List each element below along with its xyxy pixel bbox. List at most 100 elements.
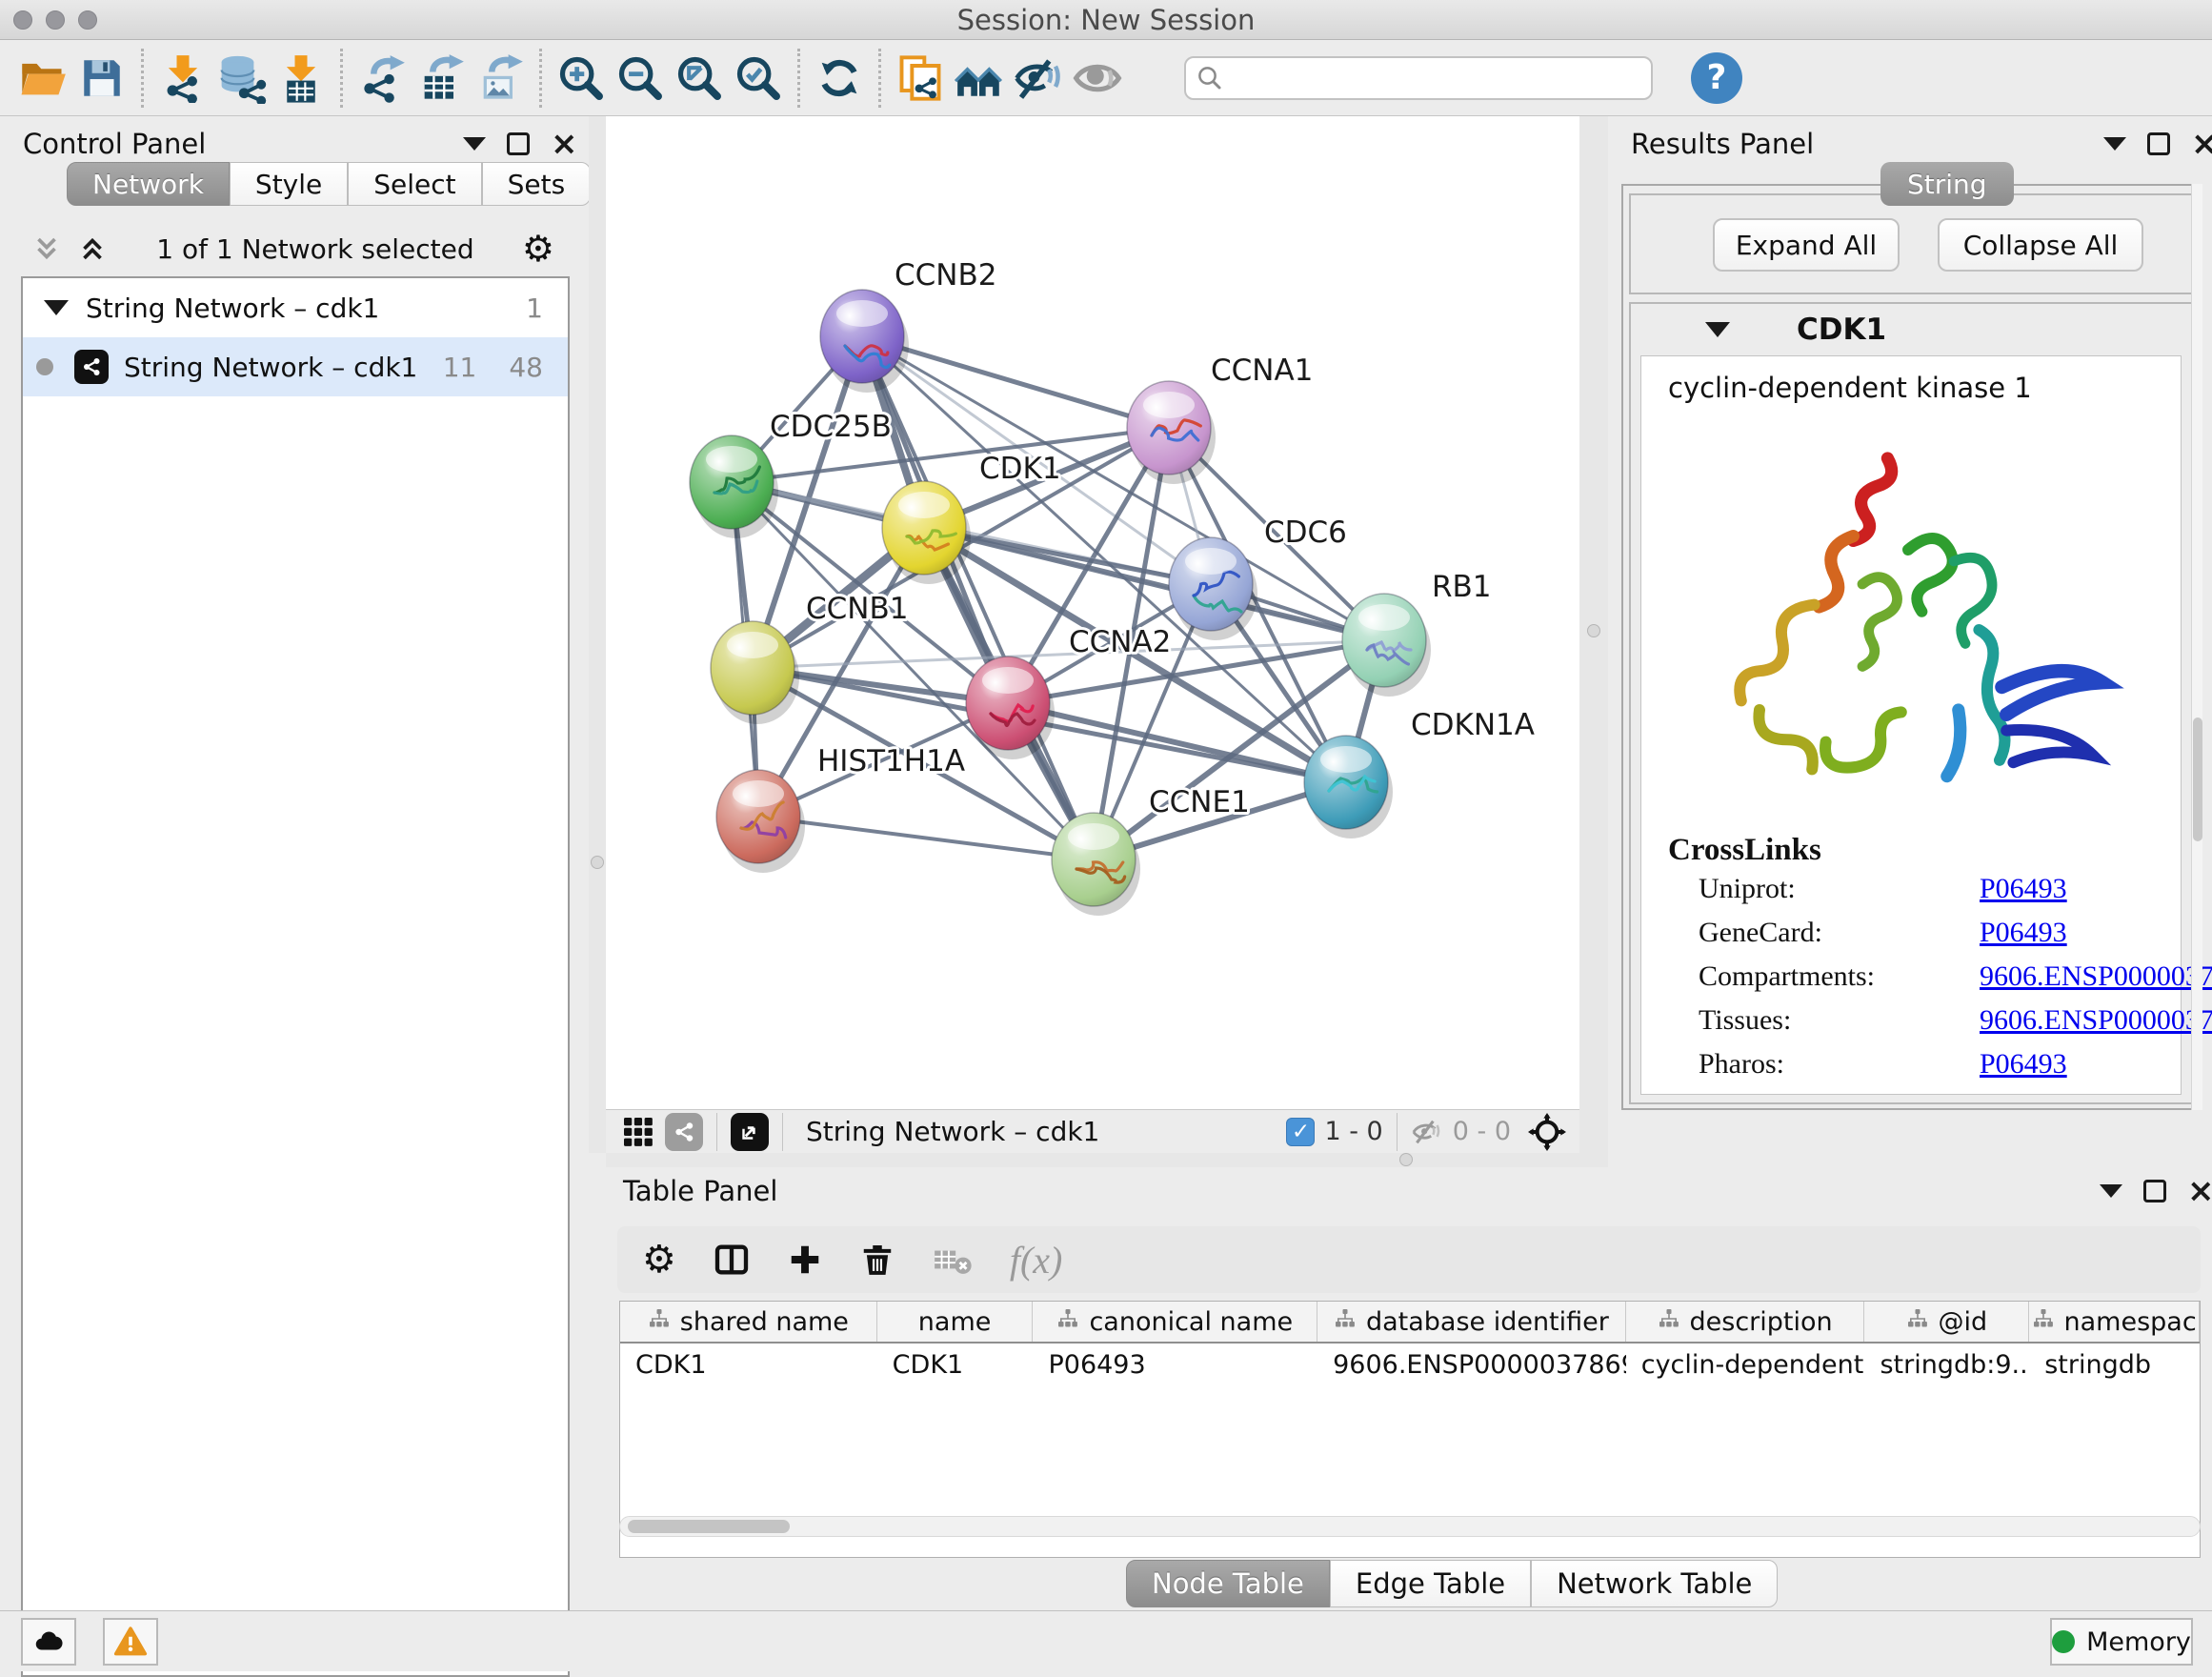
expand-all-icon[interactable] (76, 232, 109, 265)
window-close-button[interactable] (13, 10, 32, 30)
zoom-out-button[interactable] (611, 48, 670, 109)
tab-string[interactable]: String (1880, 162, 2014, 206)
open-in-window-icon[interactable] (731, 1113, 769, 1151)
open-session-button[interactable] (13, 48, 72, 109)
cell-database-identifier[interactable]: 9606.ENSP00000378699 (1317, 1344, 1626, 1385)
node-RB1[interactable]: RB1 (1342, 570, 1492, 697)
float-panel-icon[interactable] (2147, 132, 2170, 155)
fit-content-button[interactable] (670, 48, 729, 109)
add-column-icon[interactable] (787, 1242, 823, 1278)
birds-eye-grid-icon[interactable] (621, 1115, 655, 1149)
tab-style[interactable]: Style (230, 162, 348, 206)
cell-name[interactable]: CDK1 (877, 1344, 1034, 1385)
crosslink-link[interactable]: 9606.ENSP00000378699 (1980, 1004, 2212, 1037)
edge-CCNA2-CDKN1A[interactable] (1008, 703, 1346, 782)
node-CDKN1A[interactable]: CDKN1A (1304, 708, 1535, 838)
column-header-shared-name[interactable]: shared name (620, 1302, 877, 1342)
column-header-description[interactable]: description (1626, 1302, 1865, 1342)
export-image-button[interactable] (471, 48, 530, 109)
left-splitter[interactable] (589, 116, 606, 1153)
tab-network[interactable]: Network (67, 162, 230, 206)
splitter-handle[interactable] (1399, 1153, 1413, 1166)
float-panel-icon[interactable] (2143, 1180, 2166, 1202)
close-panel-icon[interactable]: × (2191, 130, 2212, 158)
splitter-handle[interactable] (591, 856, 604, 869)
cell-namespac[interactable]: stringdb (2029, 1344, 2200, 1385)
tab-edge-table[interactable]: Edge Table (1330, 1560, 1531, 1607)
crosslink-link[interactable]: P06493 (1980, 1048, 2067, 1081)
import-network-from-file-button[interactable] (153, 48, 212, 109)
splitter-handle[interactable] (1587, 624, 1600, 637)
window-zoom-button[interactable] (78, 10, 97, 30)
zoom-in-button[interactable] (552, 48, 611, 109)
crosslink-link[interactable]: P06493 (1980, 873, 2067, 905)
panel-menu-icon[interactable] (463, 137, 486, 151)
results-scrollbar[interactable] (2191, 184, 2202, 1110)
expand-all-button[interactable]: Expand All (1713, 218, 1900, 272)
cell-description[interactable]: cyclin-dependent ... (1626, 1344, 1865, 1385)
tab-network-table[interactable]: Network Table (1531, 1560, 1778, 1607)
node-CCNE1[interactable]: CCNE1 (1052, 785, 1250, 916)
tab-sets[interactable]: Sets (482, 162, 592, 206)
close-panel-icon[interactable]: × (2187, 1177, 2212, 1205)
node-CCNB2[interactable]: CCNB2 (820, 258, 996, 393)
close-panel-icon[interactable]: × (551, 130, 578, 158)
save-session-button[interactable] (72, 48, 131, 109)
cell-@id[interactable]: stringdb:9... (1864, 1344, 2029, 1385)
panel-menu-icon[interactable] (2103, 137, 2126, 151)
memory-button[interactable]: Memory (2050, 1618, 2193, 1666)
column-header-database-identifier[interactable]: database identifier (1317, 1302, 1626, 1342)
collapse-all-button[interactable]: Collapse All (1938, 218, 2143, 272)
column-header-namespac[interactable]: namespac (2029, 1302, 2200, 1342)
node-CCNA1[interactable]: CCNA1 (1127, 354, 1313, 484)
import-network-from-database-button[interactable] (212, 48, 271, 109)
node-CCNB1[interactable]: CCNB1 (711, 592, 908, 724)
zoom-selected-button[interactable] (729, 48, 788, 109)
network-collection-row[interactable]: String Network – cdk1 1 (23, 278, 568, 337)
table-scrollbar-thumb[interactable] (628, 1520, 790, 1533)
window-minimize-button[interactable] (46, 10, 65, 30)
hide-selected-button[interactable] (1009, 48, 1068, 109)
crosslink-link[interactable]: 9606.ENSP00000378699 (1980, 960, 2212, 993)
edge-HIST1H1A-CCNE1[interactable] (758, 817, 1094, 859)
refresh-layout-button[interactable] (810, 48, 869, 109)
search-input[interactable] (1224, 63, 1624, 92)
network-canvas[interactable]: CCNB2CCNA1CDC25BCDK1CDC6RB1CCNB1CCNA2CDK… (606, 116, 1579, 1109)
function-builder-icon[interactable]: f(x) (1010, 1238, 1063, 1283)
column-header-name[interactable]: name (877, 1302, 1034, 1342)
protein-section-header[interactable]: CDK1 (1631, 304, 2191, 355)
duplicate-network-button[interactable] (891, 48, 950, 109)
float-panel-icon[interactable] (507, 132, 530, 155)
help-button[interactable]: ? (1691, 52, 1742, 104)
crosslink-link[interactable]: P06493 (1980, 917, 2067, 949)
gear-icon[interactable]: ⚙ (522, 231, 554, 267)
show-columns-icon[interactable] (713, 1241, 751, 1279)
first-neighbors-button[interactable] (950, 48, 1009, 109)
network-share-icon[interactable] (665, 1113, 703, 1151)
column-header-@id[interactable]: @id (1864, 1302, 2029, 1342)
delete-column-icon[interactable] (859, 1242, 895, 1278)
collapse-all-icon[interactable] (30, 232, 63, 265)
panel-menu-icon[interactable] (2100, 1184, 2122, 1198)
tab-select[interactable]: Select (348, 162, 481, 206)
export-table-button[interactable] (412, 48, 471, 109)
selected-checkbox-icon[interactable]: ✓ (1286, 1118, 1315, 1146)
warnings-button[interactable] (103, 1618, 158, 1666)
cell-canonical-name[interactable]: P06493 (1033, 1344, 1317, 1385)
results-scrollbar-thumb[interactable] (2193, 717, 2202, 841)
show-all-button[interactable] (1068, 48, 1127, 109)
crosshair-icon[interactable] (1528, 1113, 1566, 1151)
delete-table-icon[interactable] (932, 1239, 974, 1281)
column-header-canonical-name[interactable]: canonical name (1033, 1302, 1317, 1342)
table-row[interactable]: CDK1CDK1P064939606.ENSP00000378699cyclin… (620, 1344, 2200, 1385)
table-settings-gear-icon[interactable]: ⚙ (642, 1241, 676, 1279)
network-row[interactable]: String Network – cdk1 11 48 (23, 337, 568, 396)
section-expander-icon[interactable] (1705, 322, 1730, 337)
export-network-button[interactable] (352, 48, 412, 109)
search-box[interactable] (1184, 56, 1653, 100)
tab-node-table[interactable]: Node Table (1126, 1560, 1330, 1607)
table-horizontal-scrollbar[interactable] (619, 1516, 2201, 1537)
import-table-from-file-button[interactable] (271, 48, 331, 109)
collection-expander-icon[interactable] (44, 300, 69, 315)
cell-shared-name[interactable]: CDK1 (620, 1344, 877, 1385)
